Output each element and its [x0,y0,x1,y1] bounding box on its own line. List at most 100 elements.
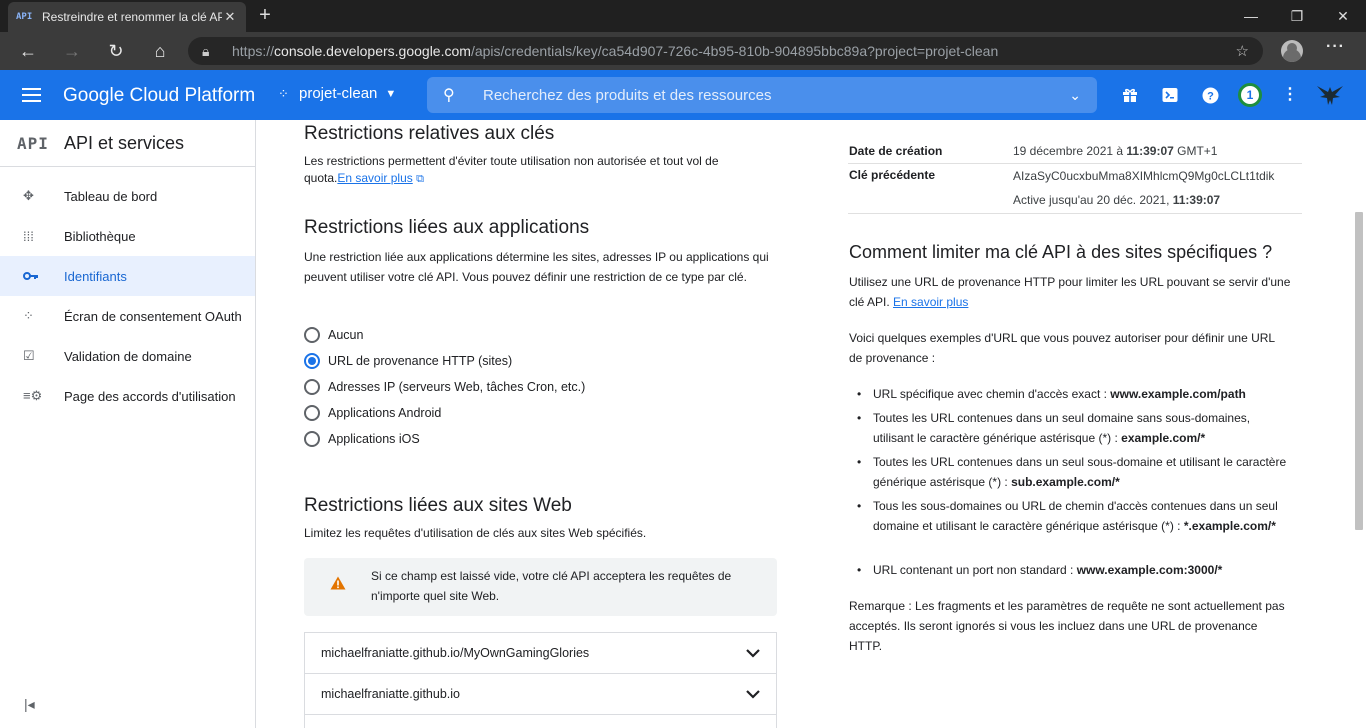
account-avatar-icon[interactable] [1316,83,1344,107]
radio-none[interactable]: Aucun [304,327,363,343]
radio-label: Applications Android [328,406,442,420]
page-scrollbar[interactable] [1355,212,1363,530]
collapse-sidebar-icon[interactable]: |◂ [24,696,35,713]
gcp-brand[interactable]: Google Cloud Platform [63,85,255,107]
sidebar-item-oauth-consent[interactable]: ⁘ Écran de consentement OAuth [0,296,255,336]
browser-menu-icon[interactable]: ··· [1326,38,1345,56]
example-url: sub.example.com/* [1011,475,1120,489]
close-window-icon[interactable]: ✕ [1320,0,1366,32]
previous-key-label: Clé précédente [849,168,936,182]
chevron-down-icon[interactable] [746,646,760,661]
sidebar-item-label: Bibliothèque [64,228,136,244]
example-url: www.example.com:3000/* [1076,563,1223,577]
sidebar-item-domain-verification[interactable]: ☑ Validation de domaine [0,336,255,376]
example-text: URL spécifique avec chemin d'accès exact… [873,387,1111,401]
browser-toolbar: ← → ↻ ⌂ 🔒︎ https://console.developers.go… [0,32,1366,70]
example-url: example.com/* [1121,431,1206,445]
minimize-icon[interactable]: — [1228,0,1274,32]
settings-list-icon: ≡⚙ [23,388,43,403]
api-logo: API [17,133,49,153]
web-restrictions-title: Restrictions liées aux sites Web [304,495,572,516]
radio-button[interactable] [304,327,320,343]
key-icon [23,269,64,284]
close-tab-icon[interactable]: ✕ [222,9,238,25]
lock-icon[interactable]: 🔒︎ [202,43,218,60]
warning-icon [330,576,346,596]
radio-label: URL de provenance HTTP (sites) [328,354,513,368]
gift-icon[interactable] [1120,85,1140,105]
caret-down-icon: ▼ [385,87,397,100]
search-bar[interactable]: ⚲ Recherchez des produits et des ressour… [427,77,1097,113]
library-icon: ⁞⁞⁞ [23,228,34,244]
example-item: Toutes les URL contenues dans un seul so… [849,452,1291,492]
empty-field-warning: Si ce champ est laissé vide, votre clé A… [304,558,777,616]
radio-button-selected[interactable] [304,353,320,369]
radio-android-apps[interactable]: Applications Android [304,405,441,421]
cloud-shell-icon[interactable] [1160,85,1180,105]
more-vert-icon[interactable]: ⋮ [1282,84,1298,104]
referrer-url: michaelfraniatte.github.io [321,687,460,701]
address-bar[interactable]: 🔒︎ https://console.developers.google.com… [188,37,1263,65]
radio-label: Applications iOS [328,432,420,446]
radio-button[interactable] [304,379,320,395]
example-item: URL contenant un port non standard : www… [849,560,1291,580]
example-text: URL contenant un port non standard : [873,563,1077,577]
search-placeholder: Recherchez des produits et des ressource… [483,86,772,104]
learn-more-link[interactable]: En savoir plus [337,171,412,185]
project-selector[interactable]: ⁘ projet-clean ▼ [278,85,396,102]
sidebar-item-label: Tableau de bord [64,188,158,204]
url-prefix: https:// [232,43,275,59]
radio-http-referrers[interactable]: URL de provenance HTTP (sites) [304,353,512,369]
radio-ip-addresses[interactable]: Adresses IP (serveurs Web, tâches Cron, … [304,379,585,395]
previous-key-value: AIzaSyC0ucxbuMma8XIMhlcmQ9Mg0cLCLt1tdik A… [1013,164,1303,212]
dashboard-icon: ✥ [23,188,34,203]
reload-icon[interactable]: ↻ [102,37,130,65]
example-item: Tous les sous-domaines ou URL de chemin … [849,496,1291,536]
sidebar-item-label: Écran de consentement OAuth [64,308,242,324]
browser-tab[interactable]: API Restreindre et renommer la clé API ✕ [8,2,246,32]
project-icon: ⁘ [278,85,289,101]
radio-button[interactable] [304,431,320,447]
referrer-item-partial[interactable] [304,714,777,728]
api-favicon-icon: API [16,12,33,22]
referrer-item[interactable]: michaelfraniatte.github.io [304,673,777,715]
tab-title: Restreindre et renommer la clé API [42,10,222,24]
previous-key-string: AIzaSyC0ucxbuMma8XIMhlcmQ9Mg0cLCLt1tdik [1013,169,1275,183]
chevron-down-icon[interactable]: ⌄ [1069,87,1081,104]
main-content: Restrictions relatives aux clés Les rest… [256,120,816,728]
learn-more-link[interactable]: En savoir plus [893,295,968,309]
profile-avatar[interactable] [1281,40,1303,62]
hamburger-menu-icon[interactable] [22,88,41,102]
referrer-url: michaelfraniatte.github.io/MyOwnGamingGl… [321,646,590,660]
sidebar-item-credentials[interactable]: Identifiants [0,256,255,296]
example-url: www.example.com/path [1110,387,1246,401]
sidebar-item-dashboard[interactable]: ✥ Tableau de bord [0,176,255,216]
radio-ios-apps[interactable]: Applications iOS [304,431,420,447]
key-restrictions-text: Les restrictions permettent d'éviter tou… [304,153,744,188]
chevron-down-icon[interactable] [746,687,760,702]
back-icon[interactable]: ← [14,37,42,65]
notification-badge[interactable]: 1 [1238,83,1262,107]
project-name: projet-clean [299,85,378,102]
remark-text: Remarque : Les fragments et les paramètr… [849,599,1285,653]
home-icon[interactable]: ⌂ [146,37,174,65]
radio-button[interactable] [304,405,320,421]
sidebar-item-page-usage-agreements[interactable]: ≡⚙ Page des accords d'utilisation [0,376,255,416]
restore-icon[interactable]: ❐ [1274,0,1320,32]
new-tab-button[interactable]: + [255,5,275,25]
created-value: 19 décembre 2021 à 11:39:07 GMT+1 [1013,144,1217,158]
forward-icon[interactable]: → [58,37,86,65]
help-icon[interactable]: ? [1200,85,1220,105]
sidebar-title[interactable]: API et services [64,133,184,154]
app-restrictions-title: Restrictions liées aux applications [304,217,590,238]
example-url: *.example.com/* [1183,519,1276,533]
created-label: Date de création [849,144,943,158]
sidebar: API API et services ✥ Tableau de bord ⁞⁞… [0,120,256,728]
previous-key-row: Clé précédente AIzaSyC0ucxbuMma8XIMhlcmQ… [848,164,1302,214]
radio-label: Aucun [328,328,364,342]
key-restrictions-title: Restrictions relatives aux clés [304,123,555,144]
sidebar-item-library[interactable]: ⁞⁞⁞ Bibliothèque [0,216,255,256]
referrer-item[interactable]: michaelfraniatte.github.io/MyOwnGamingGl… [304,632,777,674]
favorite-star-icon[interactable]: ☆ [1236,42,1249,60]
browser-tabstrip: API Restreindre et renommer la clé API ✕… [0,0,1366,32]
